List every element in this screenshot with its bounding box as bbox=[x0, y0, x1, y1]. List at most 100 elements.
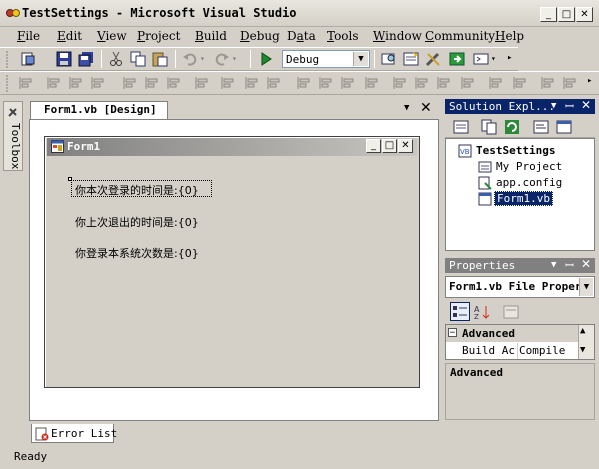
toolbar-options-icon[interactable]: ▸ bbox=[587, 76, 592, 86]
menu-data[interactable]: Data bbox=[287, 29, 316, 43]
toolbar-separator bbox=[374, 50, 375, 68]
vertical-spacing-icon[interactable] bbox=[364, 75, 380, 91]
scroll-up-icon[interactable]: ▲ bbox=[580, 326, 585, 336]
toolbar-options-icon[interactable]: ▸ bbox=[507, 53, 512, 63]
close-button[interactable]: ✕ bbox=[576, 7, 593, 22]
send-to-back-icon[interactable] bbox=[540, 75, 556, 91]
minimize-button[interactable]: _ bbox=[540, 7, 557, 22]
tree-item-app-config[interactable]: app.config bbox=[496, 176, 562, 189]
view-designer-icon[interactable] bbox=[556, 119, 572, 135]
active-files-dropdown-icon[interactable]: ▼ bbox=[404, 103, 409, 113]
window-position-icon[interactable]: ▼ bbox=[551, 101, 556, 111]
menu-project[interactable]: Project bbox=[137, 29, 180, 43]
save-icon[interactable] bbox=[56, 51, 72, 67]
my-project-icon bbox=[478, 161, 492, 173]
center-horizontally-icon[interactable] bbox=[460, 75, 476, 91]
find-in-files-icon[interactable] bbox=[381, 51, 397, 67]
property-pages-icon[interactable] bbox=[503, 304, 519, 320]
vb-project-icon: VB bbox=[458, 144, 472, 158]
label-login-count[interactable]: 你登录本系统次数是:{0} bbox=[75, 245, 199, 261]
undo-icon[interactable] bbox=[182, 51, 198, 67]
maximize-button[interactable]: □ bbox=[558, 7, 575, 22]
properties-object-name: Form1.vb File Proper bbox=[449, 280, 582, 293]
menu-edit[interactable]: Edit bbox=[57, 29, 82, 43]
menu-help[interactable]: Help bbox=[495, 29, 524, 43]
window-title: TestSettings - Microsoft Visual Studio bbox=[22, 6, 297, 20]
make-same-width-icon[interactable] bbox=[194, 75, 210, 91]
chevron-down-icon[interactable]: ▼ bbox=[579, 278, 593, 296]
redo-icon[interactable] bbox=[214, 51, 230, 67]
remove-h-spacing-icon[interactable] bbox=[340, 75, 356, 91]
remove-v-spacing-icon[interactable] bbox=[436, 75, 452, 91]
label-login-time[interactable]: 你本次登录的时间是:{0} bbox=[75, 182, 199, 198]
show-all-files-icon[interactable] bbox=[481, 119, 497, 135]
label-last-logout-time[interactable]: 你上次退出的时间是:{0} bbox=[75, 214, 199, 230]
property-name-build-action[interactable]: Build Act bbox=[462, 344, 516, 357]
property-value-build-action[interactable]: Compile bbox=[519, 344, 565, 357]
tree-item-project[interactable]: TestSettings bbox=[476, 144, 555, 157]
refresh-icon[interactable] bbox=[504, 119, 520, 135]
form1-window[interactable] bbox=[44, 136, 420, 388]
collapse-icon[interactable]: − bbox=[448, 328, 457, 338]
toolbar-separator bbox=[101, 50, 102, 68]
grid-divider bbox=[517, 343, 518, 359]
align-middles-icon[interactable] bbox=[144, 75, 160, 91]
align-rights-icon[interactable] bbox=[90, 75, 106, 91]
properties-icon[interactable] bbox=[453, 119, 469, 135]
menu-window[interactable]: Window bbox=[373, 29, 422, 43]
auto-hide-pin-icon[interactable]: ꟷ bbox=[565, 258, 574, 273]
center-vertically-icon[interactable] bbox=[488, 75, 504, 91]
properties-window-icon[interactable] bbox=[403, 51, 419, 67]
copy-icon[interactable] bbox=[130, 51, 146, 67]
menu-file[interactable]: File bbox=[17, 29, 40, 43]
size-to-grid-icon[interactable] bbox=[220, 75, 236, 91]
menu-view[interactable]: View bbox=[97, 29, 127, 43]
align-lefts-icon[interactable] bbox=[46, 75, 62, 91]
menu-debug[interactable]: Debug bbox=[240, 29, 280, 43]
close-document-icon[interactable]: ✕ bbox=[420, 100, 432, 116]
window-position-icon[interactable]: ▼ bbox=[551, 260, 556, 270]
tree-item-my-project[interactable]: My Project bbox=[496, 160, 562, 173]
align-centers-icon[interactable] bbox=[68, 75, 84, 91]
form-maximize-button: □ bbox=[382, 139, 397, 153]
scroll-down-icon[interactable]: ▼ bbox=[580, 345, 585, 355]
align-bottoms-icon[interactable] bbox=[166, 75, 182, 91]
toolbar-grip[interactable] bbox=[5, 51, 9, 69]
chevron-down-icon[interactable]: ▼ bbox=[353, 52, 368, 66]
undo-dropdown-icon[interactable]: ▾ bbox=[200, 54, 205, 63]
make-same-size-icon[interactable] bbox=[244, 75, 260, 91]
save-all-icon[interactable] bbox=[78, 51, 94, 67]
form-file-icon bbox=[478, 192, 492, 206]
auto-hide-pin-icon[interactable]: ꟷ bbox=[565, 99, 574, 114]
paste-icon[interactable] bbox=[152, 51, 168, 67]
align-tops-icon[interactable] bbox=[122, 75, 138, 91]
start-debugging-icon[interactable] bbox=[258, 51, 274, 67]
decrease-v-spacing-icon[interactable] bbox=[414, 75, 430, 91]
view-code-icon[interactable] bbox=[533, 119, 549, 135]
menu-build[interactable]: Build bbox=[195, 29, 227, 43]
menu-community[interactable]: Community bbox=[425, 29, 495, 43]
align-to-grid-icon[interactable] bbox=[18, 75, 34, 91]
decrease-h-spacing-icon[interactable] bbox=[318, 75, 334, 91]
horizontal-spacing-icon[interactable] bbox=[266, 75, 282, 91]
object-browser-icon[interactable] bbox=[449, 51, 465, 67]
toolbar-grip[interactable] bbox=[5, 75, 9, 93]
alphabetical-icon[interactable]: AZ bbox=[474, 304, 490, 320]
add-item-icon[interactable] bbox=[20, 51, 36, 67]
cut-icon[interactable] bbox=[108, 51, 124, 67]
bring-to-front-icon[interactable] bbox=[512, 75, 528, 91]
command-window-icon[interactable] bbox=[473, 51, 489, 67]
solution-configuration-select[interactable]: Debug ▼ bbox=[282, 50, 370, 68]
increase-v-spacing-icon[interactable] bbox=[392, 75, 408, 91]
resize-handle[interactable] bbox=[68, 177, 72, 181]
increase-h-spacing-icon[interactable] bbox=[296, 75, 312, 91]
tree-item-form1[interactable]: Form1.vb bbox=[494, 191, 553, 206]
close-panel-icon[interactable]: ✕ bbox=[581, 98, 591, 112]
redo-dropdown-icon[interactable]: ▾ bbox=[232, 54, 237, 63]
command-dropdown-icon[interactable]: ▾ bbox=[491, 54, 496, 63]
menu-tools[interactable]: Tools bbox=[327, 29, 359, 43]
tools-icon[interactable] bbox=[425, 51, 441, 67]
tab-order-icon[interactable] bbox=[562, 75, 578, 91]
close-panel-icon[interactable]: ✕ bbox=[581, 257, 591, 271]
toolbar-separator bbox=[175, 50, 176, 68]
